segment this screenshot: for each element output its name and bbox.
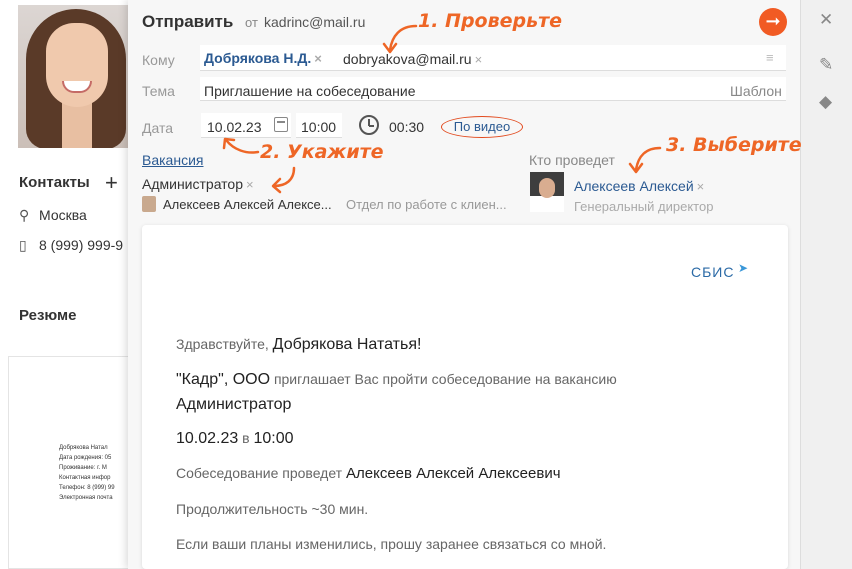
menu-lines-icon[interactable]: ≡ xyxy=(766,50,774,65)
letter-vacancy: Администратор xyxy=(176,396,292,413)
location-pin-icon: ⚲ xyxy=(19,207,30,223)
profile-panel: Контакты + ⚲ Москва ▯ 8 (999) 999-9 Резюме… xyxy=(0,0,135,569)
interviewer-label: Кто проведет xyxy=(529,152,615,168)
remove-vacancy-icon[interactable]: × xyxy=(246,177,254,192)
resume-document-thumbnail[interactable]: Добрякова Натал Дата рождения: 05 Прожив… xyxy=(8,356,135,569)
contact-phone[interactable]: ▯ 8 (999) 999-9 xyxy=(19,237,123,254)
annotation-arrow-1 xyxy=(382,24,418,54)
subject-label: Тема xyxy=(142,83,175,99)
letter-interviewer: Собеседование проведет Алексеев Алексей … xyxy=(176,465,561,482)
letter-datetime: 10.02.23 в 10:00 xyxy=(176,430,294,447)
video-link[interactable]: По видео xyxy=(441,116,523,138)
subject-value[interactable]: Приглашение на собеседование xyxy=(204,83,416,99)
contact-city: ⚲ Москва xyxy=(19,207,87,223)
recipient-name[interactable]: Добрякова Н.Д. × xyxy=(204,50,322,66)
template-button[interactable]: Шаблон xyxy=(730,83,782,99)
phone-icon: ▯ xyxy=(19,237,27,253)
to-label: Кому xyxy=(142,52,175,68)
close-icon[interactable]: ✕ xyxy=(819,10,833,30)
pencil-icon[interactable]: ✎ xyxy=(819,55,833,75)
annotation-arrow-2 xyxy=(222,137,260,154)
date-label: Дата xyxy=(142,120,174,136)
send-invitation-dialog: Отправить от kadrinc@mail.ru ➞ Кому Добр… xyxy=(128,0,800,569)
arrow-right-icon: ➞ xyxy=(765,11,781,31)
clock-icon xyxy=(359,115,379,135)
remove-recipient-icon[interactable]: × xyxy=(314,51,322,66)
brand-logo: СБИС xyxy=(691,264,735,280)
add-contact-button[interactable]: + xyxy=(105,170,118,196)
letter-closing: Если ваши планы изменились, прошу заране… xyxy=(176,536,607,552)
duration-value[interactable]: 00:30 xyxy=(389,119,424,135)
candidate-photo xyxy=(18,5,135,148)
avatar xyxy=(142,196,156,212)
interviewer-role: Генеральный директор xyxy=(574,199,714,214)
letter-invite: "Кадр", ООО приглашает Вас пройти собесе… xyxy=(176,371,617,388)
remove-email-icon[interactable]: × xyxy=(475,52,483,67)
from-label: от xyxy=(245,15,258,30)
annotation-arrow-3 xyxy=(628,146,662,174)
from-email[interactable]: kadrinc@mail.ru xyxy=(264,14,365,30)
annotation-check: 1. Проверьте xyxy=(418,10,563,32)
eraser-icon[interactable]: ◆ xyxy=(819,92,832,112)
dialog-title: Отправить xyxy=(142,12,234,31)
remove-interviewer-icon[interactable]: × xyxy=(697,179,705,194)
resume-title: Резюме xyxy=(19,307,77,324)
annotation-specify: 2. Укажите xyxy=(260,141,384,163)
interviewer-avatar xyxy=(530,172,564,212)
brand-mark-icon: ➤ xyxy=(738,261,749,275)
vacancy-person: Алексеев Алексей Алексе... xyxy=(163,197,332,212)
vacancy-link[interactable]: Вакансия xyxy=(142,152,203,168)
letter-preview: СБИС ➤ Здравствуйте, Добрякова Нататья! … xyxy=(142,225,788,569)
interviewer-name[interactable]: Алексеев Алексей × xyxy=(574,178,704,194)
annotation-arrow-2b xyxy=(271,166,296,194)
contacts-title: Контакты xyxy=(19,174,90,191)
time-value[interactable]: 10:00 xyxy=(301,119,336,135)
letter-greeting: Здравствуйте, Добрякова Нататья! xyxy=(176,336,422,353)
annotation-choose: 3. Выберите xyxy=(666,134,802,156)
right-toolbar: ✕ ✎ ◆ xyxy=(800,0,852,569)
calendar-icon[interactable] xyxy=(274,117,288,132)
vacancy-value[interactable]: Администратор × xyxy=(142,176,254,192)
vacancy-department: Отдел по работе с клиен... xyxy=(346,197,507,212)
letter-duration: Продолжительность ~30 мин. xyxy=(176,501,369,517)
send-button[interactable]: ➞ xyxy=(759,8,787,36)
date-value[interactable]: 10.02.23 xyxy=(207,119,262,135)
